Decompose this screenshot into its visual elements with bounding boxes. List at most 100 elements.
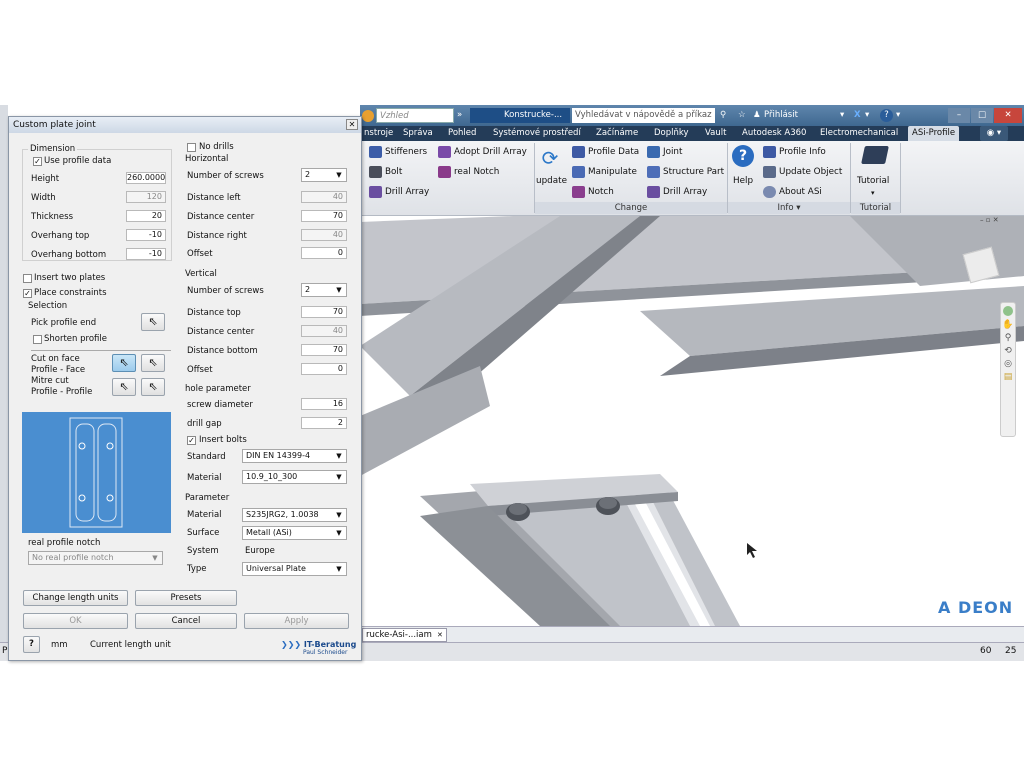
change-length-units-button[interactable]: Change length units — [23, 590, 128, 606]
pan-icon[interactable]: ✋ — [1001, 319, 1015, 332]
app-icon[interactable] — [362, 110, 374, 122]
use-profile-data-checkbox[interactable]: ✓ — [33, 157, 42, 166]
no-drills-checkbox[interactable] — [187, 143, 196, 152]
overhang-bottom-input[interactable]: -10 — [126, 248, 166, 260]
drill-array-button[interactable]: Drill Array — [369, 184, 429, 200]
model-viewport[interactable]: – ▫ ✕ ✋ ⚲ ⟲ ◎ ▤ A DEON — [360, 216, 1024, 626]
zoom-icon[interactable]: ⚲ — [1001, 332, 1015, 345]
bolt-material-select[interactable]: 10.9_10_300 ▼ — [242, 470, 347, 484]
real-notch-select[interactable]: No real profile notch ▼ — [28, 551, 163, 565]
pick-profile-end-button[interactable]: ⇖ — [141, 313, 165, 331]
v-screws-select[interactable]: 2 ▼ — [301, 283, 347, 297]
help-icon[interactable]: ? — [880, 109, 893, 122]
orbit-icon[interactable]: ⟲ — [1001, 345, 1015, 358]
width-input[interactable]: 120 — [126, 191, 166, 203]
tab-vault[interactable]: Vault — [705, 126, 726, 141]
v-distance-center-input[interactable]: 40 — [301, 325, 347, 337]
view-window-controls[interactable]: – ▫ ✕ — [980, 216, 999, 224]
search-input[interactable]: Vyhledávat v nápovědě a příkaz — [572, 108, 715, 123]
star-icon[interactable]: ☆ — [738, 108, 746, 123]
material-select[interactable]: S235JRG2, 1.0038 ▼ — [242, 508, 347, 522]
tab-close-icon[interactable]: ✕ — [437, 629, 443, 641]
real-notch-button[interactable]: real Notch — [438, 164, 499, 180]
cut-face-pick-button-1[interactable]: ⇖ — [112, 354, 136, 372]
dropdown-icon[interactable]: ▾ — [840, 108, 844, 123]
user-icon[interactable]: ♟ — [753, 108, 761, 123]
tab-asi-profile[interactable]: ASi-Profile — [908, 126, 960, 141]
help-dialog-icon[interactable]: ? — [23, 636, 40, 653]
insert-bolts-checkbox[interactable]: ✓ — [187, 436, 196, 445]
h-screws-select[interactable]: 2 ▼ — [301, 168, 347, 182]
tab-autodesk-a360[interactable]: Autodesk A360 — [742, 126, 806, 141]
navigation-bar[interactable]: ✋ ⚲ ⟲ ◎ ▤ — [1000, 302, 1016, 437]
info-group-label[interactable]: Info ▾ — [728, 202, 850, 214]
type-select[interactable]: Universal Plate ▼ — [242, 562, 347, 576]
cancel-button[interactable]: Cancel — [135, 613, 237, 629]
stiffeners-button[interactable]: Stiffeners — [369, 144, 427, 160]
distance-left-input[interactable]: 40 — [301, 191, 347, 203]
document-tab[interactable]: rucke-Asi-...iam ✕ — [362, 628, 447, 642]
dropdown-icon-3[interactable]: ▾ — [896, 108, 900, 123]
profile-info-button[interactable]: Profile Info — [763, 144, 826, 160]
drill-array-change-button[interactable]: Drill Array — [647, 184, 707, 200]
minimize-button[interactable]: – — [948, 108, 970, 123]
look-at-icon[interactable]: ◎ — [1001, 358, 1015, 371]
binoculars-icon[interactable]: ⚲ — [720, 108, 726, 123]
notch-button[interactable]: Notch — [572, 184, 614, 200]
overhang-top-input[interactable]: -10 — [126, 229, 166, 241]
manipulate-button[interactable]: Manipulate — [572, 164, 637, 180]
distance-top-input[interactable]: 70 — [301, 306, 347, 318]
apply-button[interactable]: Apply — [244, 613, 349, 629]
thickness-input[interactable]: 20 — [126, 210, 166, 222]
mitre-pick-button-1[interactable]: ⇖ — [112, 378, 136, 396]
workspace-select[interactable]: Vzhled — [376, 108, 454, 123]
distance-right-input[interactable]: 40 — [301, 229, 347, 241]
tab-nastroje[interactable]: nstroje — [364, 126, 393, 141]
tutorial-dropdown-icon[interactable]: ▾ — [871, 185, 875, 201]
tab-doplnky[interactable]: Doplňky — [654, 126, 689, 141]
screw-diameter-input[interactable]: 16 — [301, 398, 347, 410]
steering-wheel-icon[interactable] — [1003, 306, 1013, 316]
joint-button[interactable]: Joint — [647, 144, 682, 160]
cut-face-pick-button-2[interactable]: ⇖ — [141, 354, 165, 372]
dropdown-icon-2[interactable]: ▾ — [865, 108, 869, 123]
h-offset-input[interactable]: 0 — [301, 247, 347, 259]
v-offset-input[interactable]: 0 — [301, 363, 347, 375]
update-object-button[interactable]: Update Object — [763, 164, 842, 180]
profile-data-button[interactable]: Profile Data — [572, 144, 639, 160]
tab-electromechanical[interactable]: Electromechanical — [820, 126, 898, 141]
exchange-icon[interactable]: X — [854, 108, 861, 123]
place-constraints-checkbox[interactable]: ✓ — [23, 289, 32, 298]
mitre-pick-button-2[interactable]: ⇖ — [141, 378, 165, 396]
tutorial-book-icon[interactable] — [861, 146, 889, 164]
adopt-drill-array-button[interactable]: Adopt Drill Array — [438, 144, 527, 160]
maximize-button[interactable]: □ — [971, 108, 993, 123]
presets-button[interactable]: Presets — [135, 590, 237, 606]
update-icon[interactable]: ⟳ — [540, 147, 560, 169]
insert-two-plates-checkbox[interactable] — [23, 274, 32, 283]
distance-bottom-input[interactable]: 70 — [301, 344, 347, 356]
standard-select[interactable]: DIN EN 14399-4 ▼ — [242, 449, 347, 463]
view-face-icon[interactable]: ▤ — [1001, 371, 1015, 384]
structure-part-button[interactable]: Structure Part — [647, 164, 724, 180]
tab-pohled[interactable]: Pohled — [448, 126, 476, 141]
signin-link[interactable]: Přihlásit — [764, 108, 798, 123]
help-button[interactable]: Help — [733, 173, 753, 189]
help-ribbon-icon[interactable]: ? — [732, 145, 754, 167]
tab-sprava[interactable]: Správa — [403, 126, 433, 141]
height-input[interactable]: 260.0000 — [126, 172, 166, 184]
surface-select[interactable]: Metall (ASi) ▼ — [242, 526, 347, 540]
about-asi-button[interactable]: About ASi — [763, 184, 822, 200]
drill-gap-input[interactable]: 2 — [301, 417, 347, 429]
close-button[interactable]: ✕ — [994, 108, 1022, 123]
shorten-profile-checkbox[interactable] — [33, 335, 42, 344]
distance-center-input[interactable]: 70 — [301, 210, 347, 222]
ribbon-options-icon[interactable]: ◉ ▾ — [980, 126, 1008, 141]
bolt-button[interactable]: Bolt — [369, 164, 402, 180]
expand-icon[interactable]: » — [457, 108, 462, 123]
tab-zaciname[interactable]: Začínáme — [596, 126, 638, 141]
dialog-close-button[interactable]: ✕ — [346, 119, 358, 130]
ok-button[interactable]: OK — [23, 613, 128, 629]
tab-systemove-prostredi[interactable]: Systémové prostředí — [493, 126, 581, 141]
update-button[interactable]: update — [536, 173, 567, 189]
